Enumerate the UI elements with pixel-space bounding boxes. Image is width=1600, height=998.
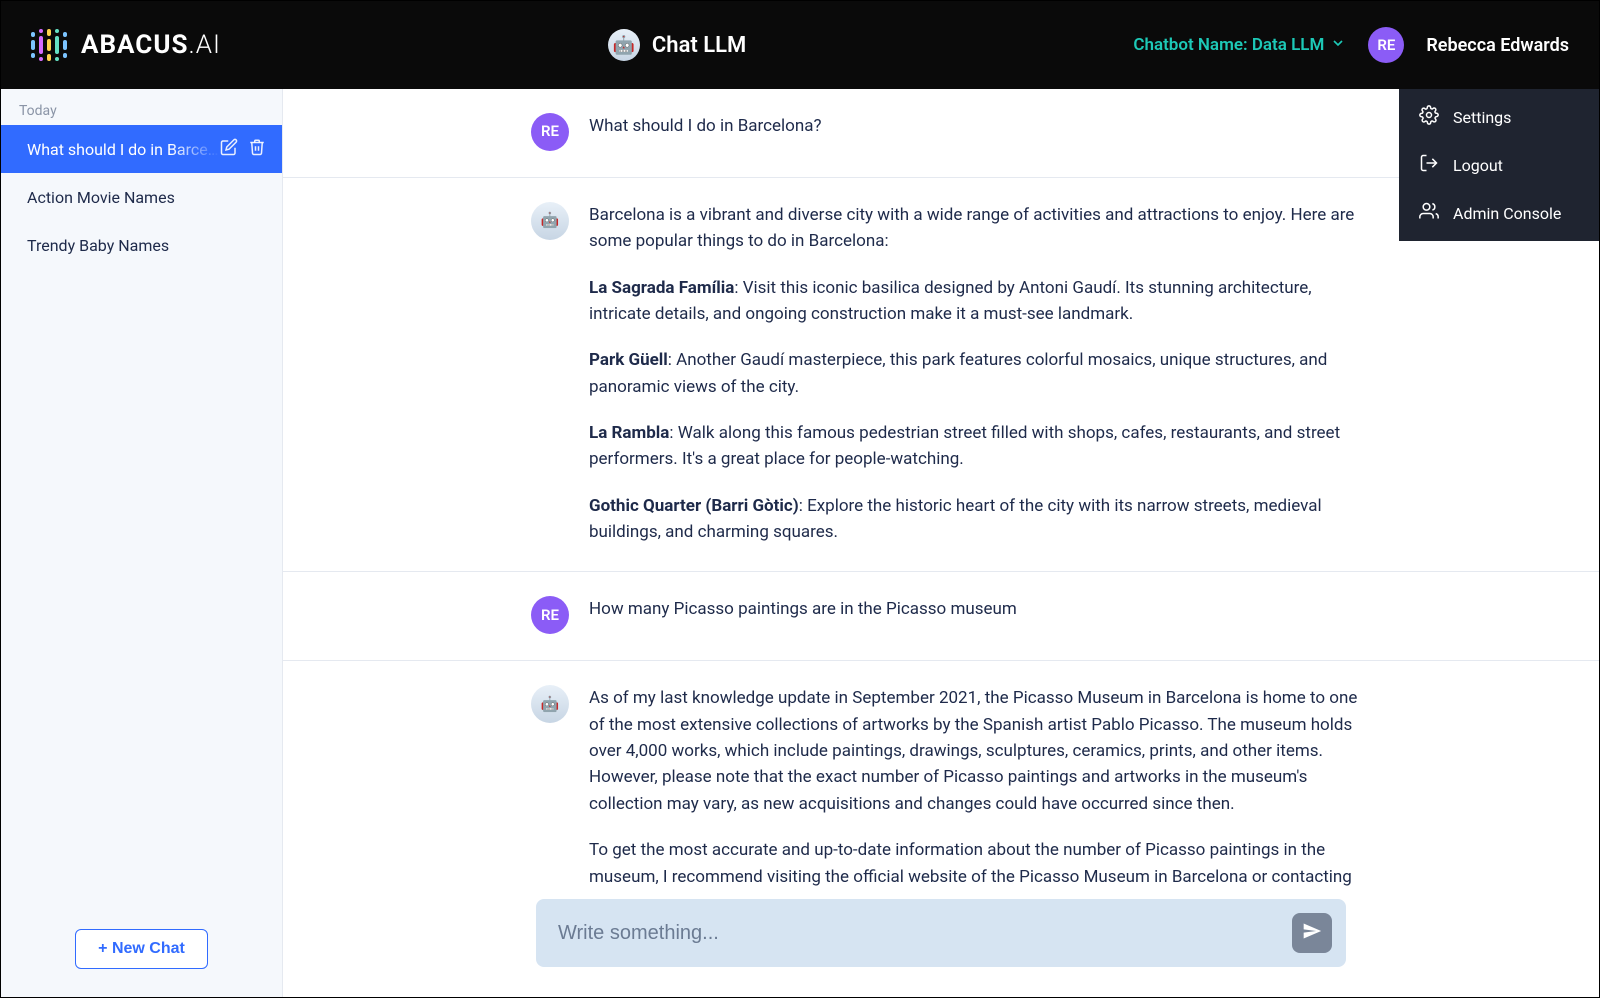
sidebar: Today What should I do in Barcelona? Act… [1,89,283,997]
chatbot-selector[interactable]: Chatbot Name: Data LLM [1133,35,1346,56]
bot-avatar-icon: 🤖 [531,202,569,240]
bot-avatar-icon: 🤖 [608,29,640,61]
admin-icon [1419,201,1439,225]
user-avatar-icon: RE [531,596,569,634]
settings-icon [1419,105,1439,129]
new-chat-button[interactable]: + New Chat [75,929,208,969]
input-bar [536,899,1346,967]
user-avatar[interactable]: RE [1368,27,1404,63]
edit-icon[interactable] [220,138,238,160]
sidebar-item[interactable]: What should I do in Barcelona? [1,125,282,173]
logout-icon [1419,153,1439,177]
sidebar-item-label: Action Movie Names [27,188,266,207]
message-text: As of my last knowledge update in Septem… [589,685,1369,887]
user-avatar-icon: RE [531,113,569,151]
menu-settings[interactable]: Settings [1399,93,1599,141]
message-row-user: RE How many Picasso paintings are in the… [283,572,1599,661]
send-icon [1302,921,1322,945]
send-button[interactable] [1292,913,1332,953]
message-text: How many Picasso paintings are in the Pi… [589,596,1369,634]
sidebar-item[interactable]: Trendy Baby Names [1,221,282,269]
header-title: 🤖 Chat LLM [608,29,746,61]
brand-text: ABACUS.AI [81,30,221,60]
sidebar-item-label: What should I do in Barcelona? [27,140,220,159]
menu-logout[interactable]: Logout [1399,141,1599,189]
message-row-assistant: 🤖 As of my last knowledge update in Sept… [283,661,1599,887]
user-name[interactable]: Rebecca Edwards [1426,35,1569,56]
menu-label: Logout [1453,156,1503,175]
sidebar-item-label: Trendy Baby Names [27,236,266,255]
message-input[interactable] [558,922,1278,945]
input-area [283,899,1599,997]
user-menu: Settings Logout Admin Console [1399,89,1599,241]
message-text: Barcelona is a vibrant and diverse city … [589,202,1369,545]
message-text: What should I do in Barcelona? [589,113,1369,151]
chevron-down-icon [1330,35,1346,56]
menu-label: Settings [1453,108,1511,127]
brand-logo-icon [31,25,67,65]
bot-avatar-icon: 🤖 [531,685,569,723]
menu-label: Admin Console [1453,204,1561,223]
sidebar-section-label: Today [1,89,282,125]
delete-icon[interactable] [248,138,266,160]
menu-admin-console[interactable]: Admin Console [1399,189,1599,237]
sidebar-item[interactable]: Action Movie Names [1,173,282,221]
brand[interactable]: ABACUS.AI [31,25,221,65]
app-header: ABACUS.AI 🤖 Chat LLM Chatbot Name: Data … [1,1,1599,89]
